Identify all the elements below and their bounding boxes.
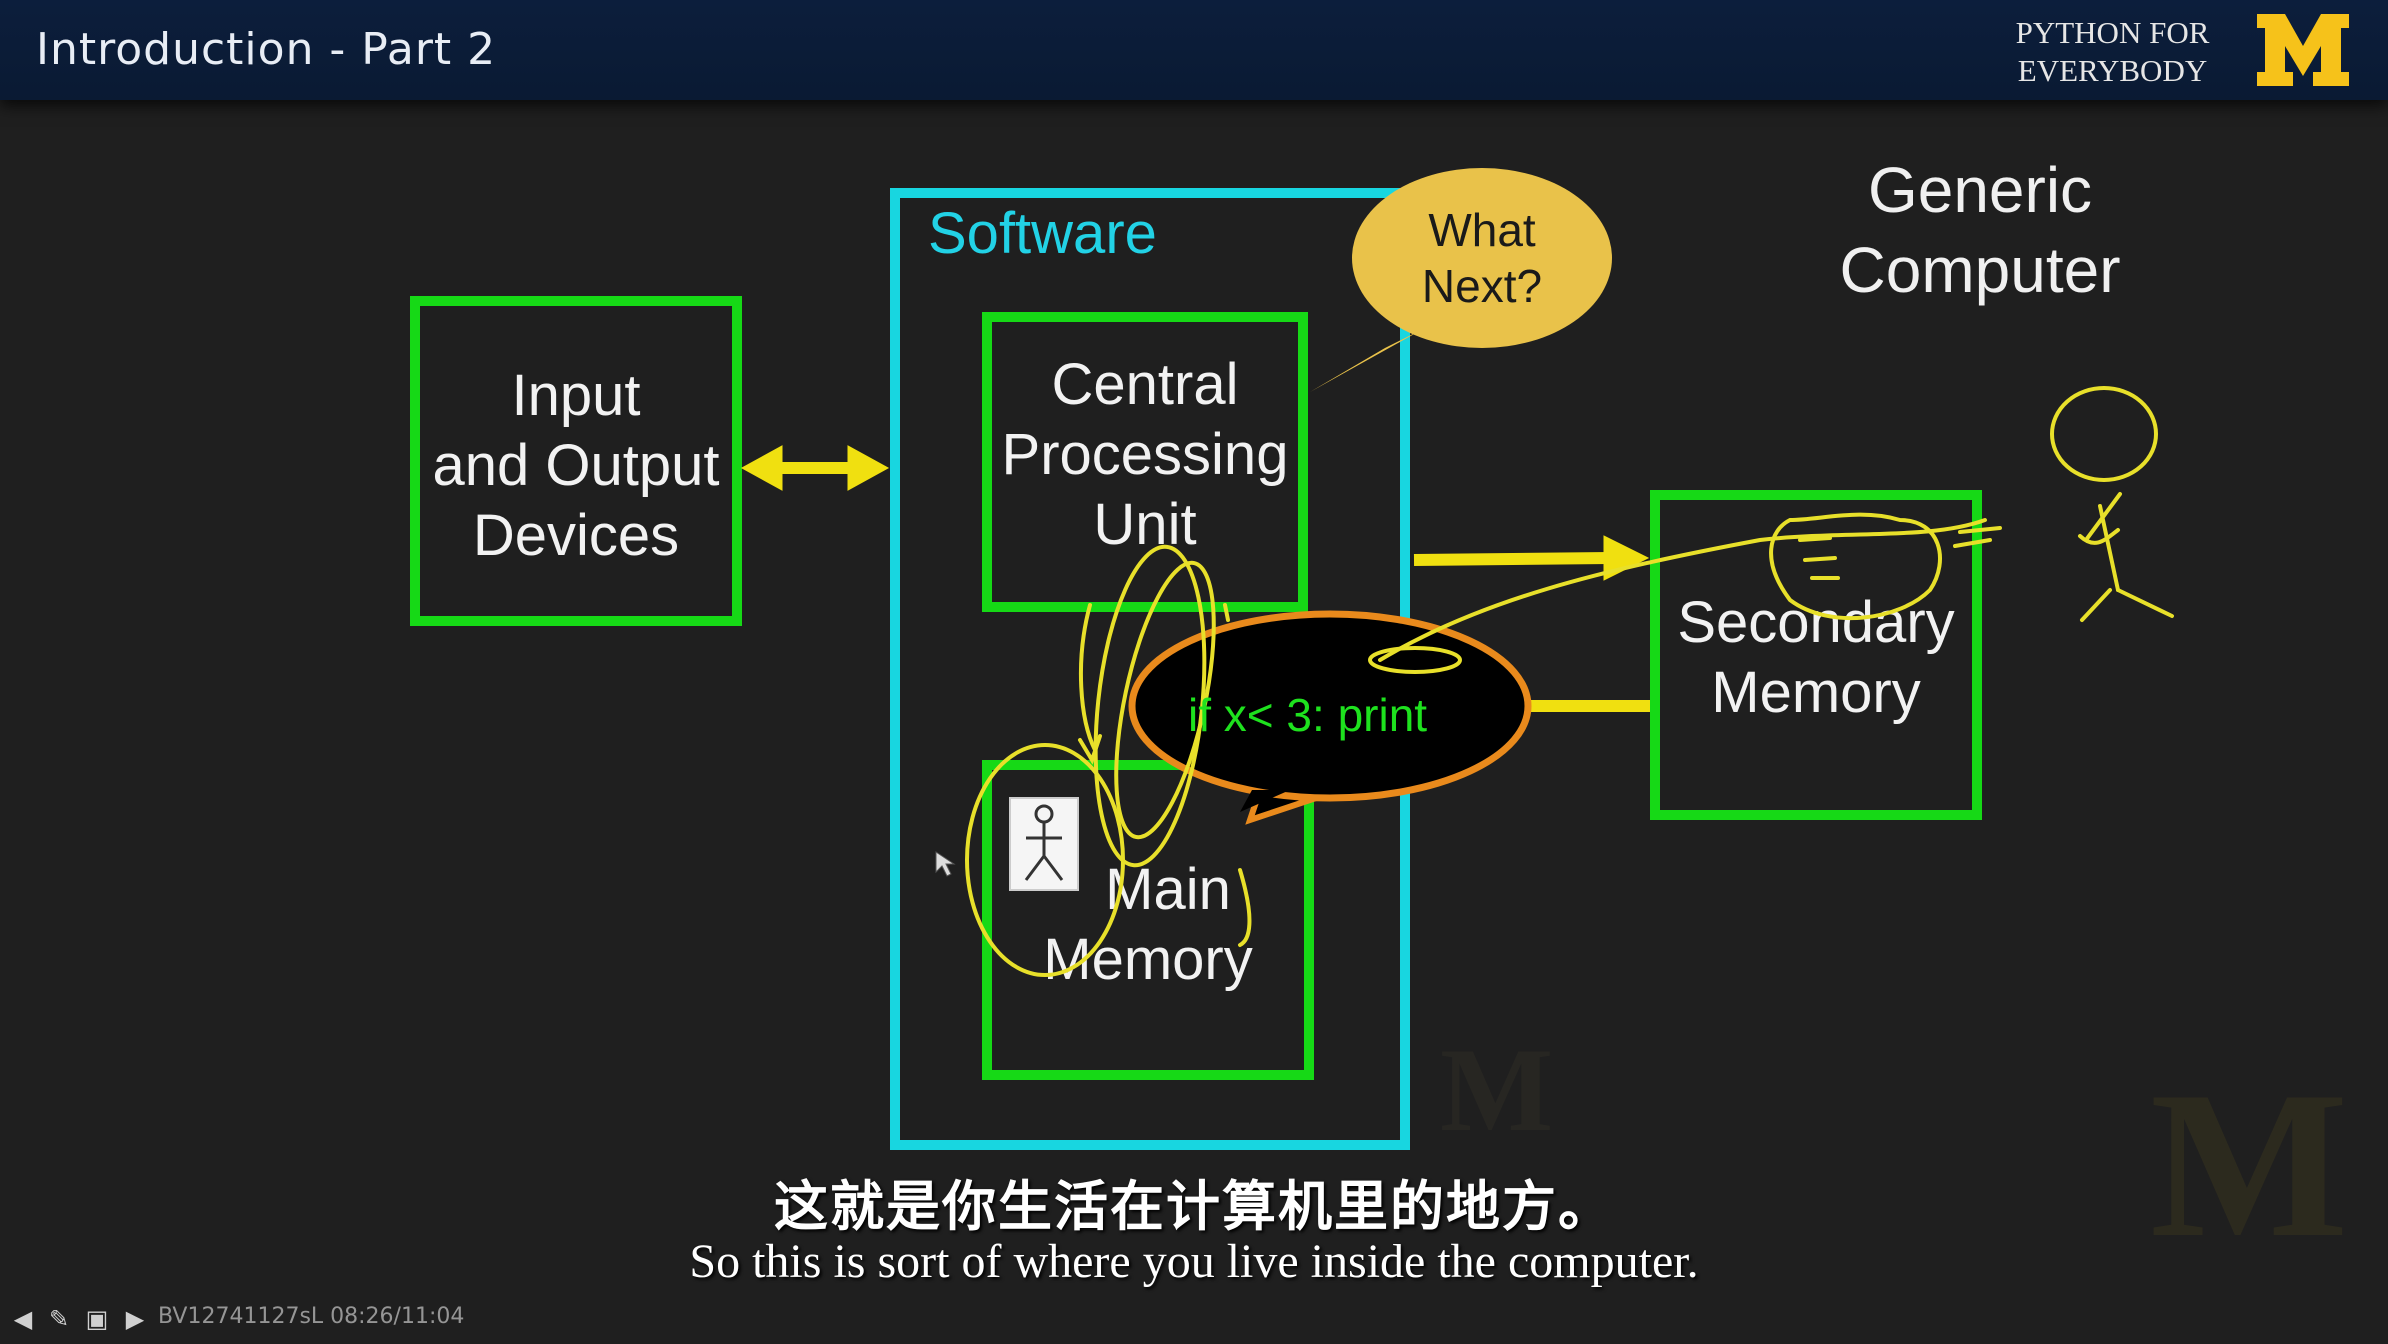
video-info: BV12741127sL 08:26/11:04 (158, 1304, 465, 1329)
code-snippet: if x< 3: print (1188, 689, 1428, 741)
cpu-to-secondary-arrow (1413, 535, 1650, 581)
what-next-line-2: Next? (1421, 260, 1543, 312)
michigan-logo-icon (2257, 14, 2349, 86)
stick-figure-icon (1009, 797, 1079, 891)
brand-line-1: PYTHON FOR (2015, 15, 2210, 50)
slides-icon[interactable]: ▣ (82, 1306, 112, 1332)
watermark-logo-small-icon: M (1440, 1023, 1553, 1156)
slide-content: Software Input and Output Devices Centra… (0, 100, 2388, 1344)
title-bar: Introduction - Part 2 PYTHON FOR EVERYBO… (0, 0, 2388, 100)
brand-text: PYTHON FOR EVERYBODY (2010, 14, 2215, 90)
back-icon[interactable]: ◀ (8, 1306, 38, 1332)
subtitle-chinese: 这就是你生活在计算机里的地方。 (774, 1175, 1614, 1238)
io-double-arrow (740, 445, 890, 491)
forward-icon[interactable]: ▶ (120, 1306, 150, 1332)
mouse-cursor-icon (935, 851, 956, 877)
pen-icon[interactable]: ✎ (44, 1306, 74, 1332)
lecture-title: Introduction - Part 2 (36, 24, 497, 75)
what-next-line-1: What (1428, 204, 1536, 256)
subtitle-english: So this is sort of where you live inside… (689, 1235, 1699, 1288)
brand-line-2: EVERYBODY (2017, 53, 2208, 88)
what-next-text: What Next? (1372, 202, 1592, 314)
